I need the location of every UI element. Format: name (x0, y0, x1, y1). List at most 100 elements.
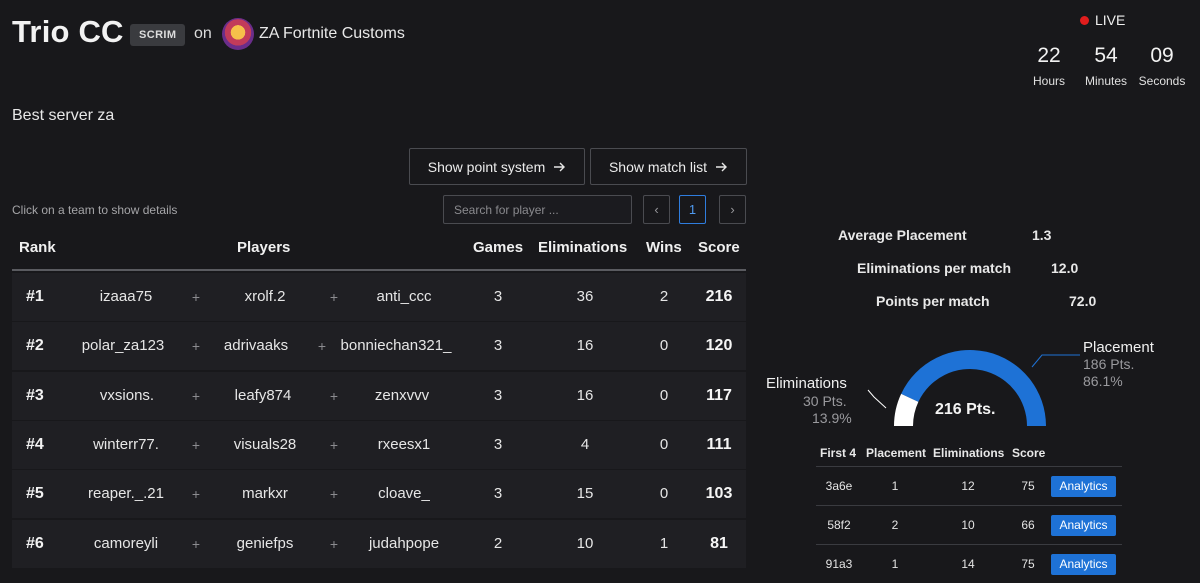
eliminations-cell: 16 (576, 337, 594, 354)
stat-value-elims-per-match: 12.0 (1051, 260, 1079, 276)
match-score: 75 (1021, 479, 1035, 493)
plus-icon: + (191, 338, 201, 354)
analytics-button[interactable]: Analytics (1051, 554, 1116, 575)
org-name[interactable]: ZA Fortnite Customs (259, 25, 405, 43)
countdown-unit: Seconds (1138, 74, 1186, 88)
page-1-button[interactable]: 1 (679, 195, 706, 224)
match-id: 91a3 (825, 557, 853, 571)
player-name: polar_za123 (81, 337, 165, 354)
plus-icon: + (191, 536, 201, 552)
match-score: 75 (1021, 557, 1035, 571)
match-row: 58f2 2 10 66 Analytics (816, 505, 1122, 543)
eliminations-legend-percent: 13.9% (812, 410, 852, 426)
player-name: judahpope (368, 535, 440, 552)
player-name: bonniechan321_ (340, 337, 452, 354)
plus-icon: + (329, 289, 339, 305)
eliminations-cell: 10 (576, 535, 594, 552)
click-team-hint: Click on a team to show details (12, 203, 178, 217)
player-name: camoreyli (93, 535, 159, 552)
countdown-hours: 22 Hours (1019, 44, 1079, 88)
player-name: cloave_ (378, 485, 430, 502)
stat-label-avg-placement: Average Placement (838, 227, 967, 243)
col-players: Players (237, 239, 291, 256)
team-row[interactable]: #3 vxsions. + leafy874 + zenxvvv 3 16 0 … (12, 372, 746, 420)
countdown-unit: Minutes (1084, 74, 1128, 88)
rank-cell: #4 (26, 436, 44, 453)
org-logo[interactable] (222, 18, 254, 50)
col-first4: First 4 (820, 446, 857, 460)
player-name: adrivaaks (223, 337, 289, 354)
scrim-badge: SCRIM (130, 24, 186, 46)
stat-label-elims-per-match: Eliminations per match (857, 260, 1012, 276)
score-cell: 81 (710, 535, 728, 552)
arrow-right-icon (554, 162, 566, 171)
page-prev-button[interactable]: ‹ (643, 195, 670, 224)
player-name: winterr77. (93, 436, 159, 453)
placement-legend-label: Placement (1083, 339, 1154, 356)
score-cell: 120 (705, 337, 733, 354)
player-search-input[interactable] (443, 195, 632, 224)
eliminations-cell: 4 (580, 436, 590, 453)
plus-icon: + (191, 289, 201, 305)
show-match-list-button[interactable]: Show match list (590, 148, 747, 185)
player-name: rxeesx1 (377, 436, 431, 453)
rank-cell: #1 (26, 288, 44, 305)
games-cell: 3 (493, 387, 503, 404)
live-dot-icon (1080, 15, 1089, 25)
analytics-button[interactable]: Analytics (1051, 515, 1116, 536)
player-name: reaper._.21 (88, 485, 164, 502)
countdown-value: 54 (1094, 44, 1118, 67)
stat-value-points-per-match: 72.0 (1069, 293, 1097, 309)
plus-icon: + (329, 437, 339, 453)
player-name: markxr (242, 485, 288, 502)
live-label: LIVE (1095, 12, 1126, 28)
games-cell: 3 (493, 337, 503, 354)
score-cell: 103 (705, 485, 733, 502)
placement-leader-line (1031, 354, 1080, 368)
rank-cell: #2 (26, 337, 44, 354)
countdown-seconds: 09 Seconds (1132, 44, 1192, 88)
games-cell: 3 (493, 485, 503, 502)
wins-cell: 0 (659, 485, 669, 502)
col-placement: Placement (866, 446, 927, 460)
col-eliminations[interactable]: Eliminations (538, 239, 627, 256)
eliminations-leader-line (867, 389, 887, 409)
player-name: leafy874 (234, 387, 292, 404)
button-label: Show point system (427, 158, 546, 175)
countdown-value: 22 (1037, 44, 1061, 67)
team-row[interactable]: #2 polar_za123 + adrivaaks + bonniechan3… (12, 322, 746, 370)
score-cell: 216 (705, 288, 733, 305)
score-cell: 111 (706, 436, 732, 453)
col-rank[interactable]: Rank (19, 239, 56, 256)
wins-cell: 0 (659, 337, 669, 354)
player-name: zenxvvv (374, 387, 430, 404)
col-eliminations: Eliminations (933, 446, 1005, 460)
page-next-button[interactable]: › (719, 195, 746, 224)
plus-icon: + (191, 486, 201, 502)
player-name: xrolf.2 (244, 288, 286, 305)
col-wins[interactable]: Wins (646, 239, 682, 256)
rank-cell: #3 (26, 387, 44, 404)
leaderboard-header: Rank Players Games Eliminations Wins Sco… (12, 234, 746, 271)
eliminations-legend-points: 30 Pts. (803, 393, 847, 409)
button-label: Show match list (608, 158, 708, 175)
page-title: Trio CC (12, 14, 124, 49)
team-row[interactable]: #1 izaaa75 + xrolf.2 + anti_ccc 3 36 2 2… (12, 273, 746, 321)
total-points: 216 Pts. (935, 401, 996, 418)
show-point-system-button[interactable]: Show point system (409, 148, 585, 185)
col-score[interactable]: Score (698, 239, 740, 256)
match-placement: 1 (891, 557, 899, 571)
team-row[interactable]: #6 camoreyli + geniefps + judahpope 2 10… (12, 520, 746, 568)
player-name: vxsions. (99, 387, 155, 404)
plus-icon: + (191, 437, 201, 453)
analytics-button[interactable]: Analytics (1051, 476, 1116, 497)
team-row[interactable]: #4 winterr77. + visuals28 + rxeesx1 3 4 … (12, 421, 746, 469)
arrow-right-icon (716, 162, 728, 171)
score-cell: 117 (706, 387, 732, 404)
eliminations-cell: 16 (576, 387, 594, 404)
team-row[interactable]: #5 reaper._.21 + markxr + cloave_ 3 15 0… (12, 470, 746, 518)
stat-value-avg-placement: 1.3 (1032, 227, 1052, 243)
col-games[interactable]: Games (473, 239, 523, 256)
plus-icon: + (317, 338, 327, 354)
rank-cell: #5 (26, 485, 44, 502)
